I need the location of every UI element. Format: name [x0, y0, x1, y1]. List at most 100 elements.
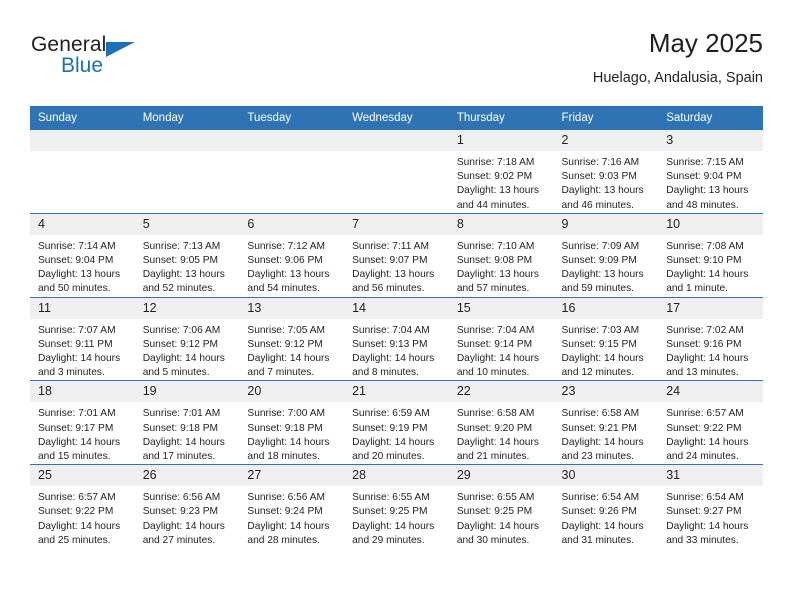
calendar-day-cell[interactable]: 5 Sunrise: 7:13 AM Sunset: 9:05 PM Daylight… — [134, 212, 240, 298]
weekday-header-tuesday: Tuesday — [239, 106, 345, 130]
day-details: Sunrise: 6:57 AM Sunset: 9:22 PM Daylight:… — [30, 486, 135, 548]
sunrise-time: Sunrise: 7:12 AM — [247, 240, 325, 252]
day-number: 3 — [658, 130, 763, 151]
daylight-duration-line2: and 17 minutes. — [142, 451, 216, 463]
sunrise-time: Sunrise: 6:58 AM — [561, 408, 640, 420]
calendar-day-cell[interactable]: 7 Sunrise: 7:11 AM Sunset: 9:07 PM Daylight… — [344, 212, 449, 298]
calendar-day-cell[interactable]: 11 Sunrise: 7:07 AM Sunset: 9:11 PM Dayligh… — [30, 296, 135, 381]
day-number: 21 — [344, 381, 449, 403]
calendar-week-row: 25 Sunrise: 6:57 AM Sunset: 9:22 PM Dayligh… — [30, 464, 763, 549]
day-details: Sunrise: 7:02 AM Sunset: 9:16 PM Daylight:… — [658, 319, 763, 381]
calendar-day-cell[interactable]: 30 Sunrise: 6:54 AM Sunset: 9:26 PM Dayligh… — [553, 464, 659, 549]
daylight-duration-line2: and 44 minutes. — [456, 199, 530, 211]
daylight-duration-line2: and 28 minutes. — [247, 534, 320, 546]
sunrise-time: Sunrise: 7:06 AM — [142, 324, 221, 336]
day-details: Sunrise: 7:09 AM Sunset: 9:09 PM Daylight:… — [554, 235, 659, 297]
day-number — [30, 130, 135, 151]
day-number: 2 — [553, 130, 659, 151]
calendar-day-cell[interactable]: 4 Sunrise: 7:14 AM Sunset: 9:04 PM Daylight… — [30, 212, 135, 298]
sunrise-time: Sunrise: 7:01 AM — [142, 408, 221, 420]
day-details: Sunrise: 7:03 AM Sunset: 9:15 PM Daylight:… — [554, 319, 659, 381]
daylight-duration-line1: Daylight: 14 hours — [38, 353, 121, 365]
sunrise-time: Sunrise: 7:09 AM — [561, 240, 640, 252]
calendar-day-cell[interactable]: 14 Sunrise: 7:04 AM Sunset: 9:13 PM Dayligh… — [344, 296, 449, 381]
daylight-duration-line1: Daylight: 14 hours — [666, 353, 749, 365]
day-number: 5 — [134, 213, 240, 235]
sunrise-time: Sunrise: 7:07 AM — [38, 324, 116, 336]
sunset-time: Sunset: 9:17 PM — [38, 422, 114, 434]
day-number: 18 — [30, 381, 135, 403]
day-details: Sunrise: 7:16 AM Sunset: 9:03 PM Daylight:… — [554, 151, 659, 213]
day-details: Sunrise: 6:55 AM Sunset: 9:25 PM Daylight:… — [449, 486, 554, 548]
sunrise-time: Sunrise: 7:11 AM — [352, 240, 429, 252]
daylight-duration-line2: and 13 minutes. — [666, 367, 739, 379]
calendar-day-cell[interactable]: 8 Sunrise: 7:10 AM Sunset: 9:08 PM Daylight… — [448, 212, 554, 298]
calendar-day-cell[interactable]: 20 Sunrise: 7:00 AM Sunset: 9:18 PM Dayligh… — [239, 380, 345, 465]
calendar-day-cell[interactable]: 29 Sunrise: 6:55 AM Sunset: 9:25 PM Dayligh… — [448, 464, 554, 549]
calendar-day-cell[interactable]: 31 Sunrise: 6:54 AM Sunset: 9:27 PM Dayligh… — [658, 464, 763, 549]
calendar-day-cell[interactable]: 13 Sunrise: 7:05 AM Sunset: 9:12 PM Dayligh… — [239, 296, 345, 381]
calendar-day-cell[interactable]: 18 Sunrise: 7:01 AM Sunset: 9:17 PM Dayligh… — [30, 380, 135, 465]
page-subtitle: Huelago, Andalusia, Spain — [592, 70, 763, 86]
day-details: Sunrise: 6:54 AM Sunset: 9:26 PM Daylight:… — [554, 486, 659, 548]
calendar-day-cell[interactable]: 22 Sunrise: 6:58 AM Sunset: 9:20 PM Dayligh… — [448, 380, 554, 465]
calendar-day-cell[interactable]: 26 Sunrise: 6:56 AM Sunset: 9:23 PM Dayligh… — [134, 464, 240, 549]
daylight-duration-line1: Daylight: 14 hours — [352, 520, 435, 532]
daylight-duration-line1: Daylight: 14 hours — [247, 520, 330, 532]
calendar-day-cell[interactable]: 6 Sunrise: 7:12 AM Sunset: 9:06 PM Daylight… — [239, 212, 345, 298]
sunset-time: Sunset: 9:16 PM — [666, 338, 742, 350]
calendar-day-cell[interactable]: 28 Sunrise: 6:55 AM Sunset: 9:25 PM Dayligh… — [344, 464, 449, 549]
daylight-duration-line1: Daylight: 14 hours — [142, 520, 225, 532]
sunrise-time: Sunrise: 7:00 AM — [247, 408, 325, 420]
daylight-duration-line2: and 52 minutes. — [142, 283, 216, 295]
calendar-week-row: 11 Sunrise: 7:07 AM Sunset: 9:11 PM Dayligh… — [30, 296, 763, 381]
calendar-day-cell[interactable]: 24 Sunrise: 6:57 AM Sunset: 9:22 PM Dayligh… — [658, 380, 763, 465]
daylight-duration-line2: and 33 minutes. — [666, 534, 739, 546]
day-number: 10 — [658, 213, 763, 235]
daylight-duration-line2: and 12 minutes. — [561, 367, 635, 379]
calendar-day-cell[interactable]: 21 Sunrise: 6:59 AM Sunset: 9:19 PM Dayligh… — [344, 380, 449, 465]
sunrise-time: Sunrise: 6:57 AM — [666, 408, 744, 420]
sunrise-time: Sunrise: 6:56 AM — [142, 492, 221, 504]
calendar-day-cell[interactable]: 19 Sunrise: 7:01 AM Sunset: 9:18 PM Dayligh… — [134, 380, 240, 465]
calendar-day-cell[interactable]: 16 Sunrise: 7:03 AM Sunset: 9:15 PM Dayligh… — [553, 296, 659, 381]
page-title: May 2025 — [648, 28, 763, 58]
sunrise-time: Sunrise: 7:16 AM — [561, 157, 640, 168]
day-number: 15 — [448, 297, 554, 319]
calendar-day-cell[interactable]: 12 Sunrise: 7:06 AM Sunset: 9:12 PM Dayligh… — [134, 296, 240, 381]
daylight-duration-line1: Daylight: 14 hours — [247, 353, 330, 365]
daylight-duration-line2: and 59 minutes. — [561, 283, 635, 295]
calendar-day-cell[interactable]: 27 Sunrise: 6:56 AM Sunset: 9:24 PM Dayligh… — [239, 464, 345, 549]
calendar-day-cell[interactable]: 3 Sunrise: 7:15 AM Sunset: 9:04 PM Daylight… — [658, 129, 763, 214]
daylight-duration-line1: Daylight: 14 hours — [38, 436, 121, 448]
calendar-day-cell[interactable]: 10 Sunrise: 7:08 AM Sunset: 9:10 PM Dayligh… — [658, 212, 763, 298]
calendar-day-cell[interactable]: 15 Sunrise: 7:04 AM Sunset: 9:14 PM Dayligh… — [448, 296, 554, 381]
daylight-duration-line1: Daylight: 14 hours — [666, 269, 749, 281]
day-number: 19 — [134, 381, 240, 403]
calendar-week-row: 1 Sunrise: 7:18 AM Sunset: 9:02 PM Daylight… — [30, 129, 763, 214]
day-number: 24 — [658, 381, 763, 403]
sunset-time: Sunset: 9:18 PM — [247, 422, 323, 434]
daylight-duration-line1: Daylight: 13 hours — [352, 269, 435, 281]
sunrise-time: Sunrise: 7:10 AM — [456, 240, 535, 252]
sunset-time: Sunset: 9:06 PM — [247, 255, 323, 267]
sunset-time: Sunset: 9:02 PM — [456, 171, 533, 183]
calendar-day-cell[interactable]: 2 Sunrise: 7:16 AM Sunset: 9:03 PM Daylight… — [553, 129, 659, 214]
calendar-day-cell[interactable]: 9 Sunrise: 7:09 AM Sunset: 9:09 PM Daylight… — [553, 212, 659, 298]
day-number: 23 — [553, 381, 659, 403]
calendar-day-cell[interactable]: 23 Sunrise: 6:58 AM Sunset: 9:21 PM Dayligh… — [553, 380, 659, 465]
sunrise-time: Sunrise: 7:03 AM — [561, 324, 640, 336]
calendar-day-cell[interactable]: 1 Sunrise: 7:18 AM Sunset: 9:02 PM Daylight… — [448, 129, 554, 214]
day-number — [134, 130, 240, 151]
day-details: Sunrise: 7:08 AM Sunset: 9:10 PM Daylight:… — [658, 235, 763, 297]
day-details: Sunrise: 7:10 AM Sunset: 9:08 PM Daylight:… — [449, 235, 554, 297]
sunrise-time: Sunrise: 7:02 AM — [666, 324, 744, 336]
daylight-duration-line1: Daylight: 13 hours — [142, 269, 225, 281]
calendar-day-cell[interactable]: 17 Sunrise: 7:02 AM Sunset: 9:16 PM Dayligh… — [658, 296, 763, 381]
sunset-time: Sunset: 9:04 PM — [666, 171, 742, 183]
weekday-header-sunday: Sunday — [30, 106, 135, 130]
logo-text-blue: Blue — [61, 54, 104, 77]
daylight-duration-line2: and 27 minutes. — [142, 534, 216, 546]
daylight-duration-line1: Daylight: 14 hours — [456, 436, 539, 448]
calendar-day-cell[interactable]: 25 Sunrise: 6:57 AM Sunset: 9:22 PM Dayligh… — [30, 464, 135, 549]
